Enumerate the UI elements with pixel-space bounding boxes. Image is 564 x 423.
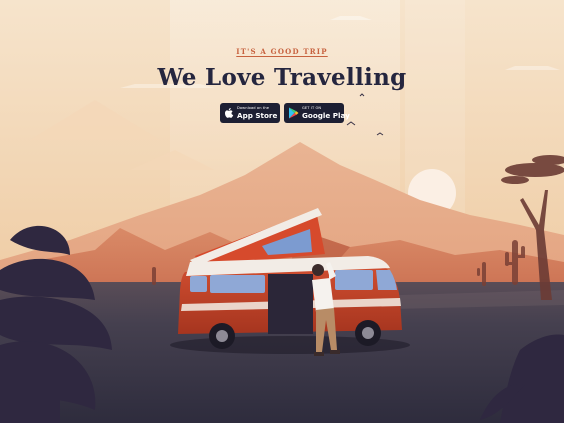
google-play-button[interactable]: GET IT ON Google Play <box>284 103 350 123</box>
app-store-button[interactable]: Download on the App Store <box>220 103 280 123</box>
google-play-label: Google Play <box>302 110 350 120</box>
play-icon <box>288 107 299 119</box>
eyebrow-label[interactable]: IT'S A GOOD TRIP <box>0 47 564 56</box>
page-title: We Love Travelling <box>157 64 407 91</box>
store-buttons: Download on the App Store GET IT ON Goog… <box>220 103 350 123</box>
app-store-label: App Store <box>237 110 278 120</box>
apple-icon <box>224 107 234 119</box>
